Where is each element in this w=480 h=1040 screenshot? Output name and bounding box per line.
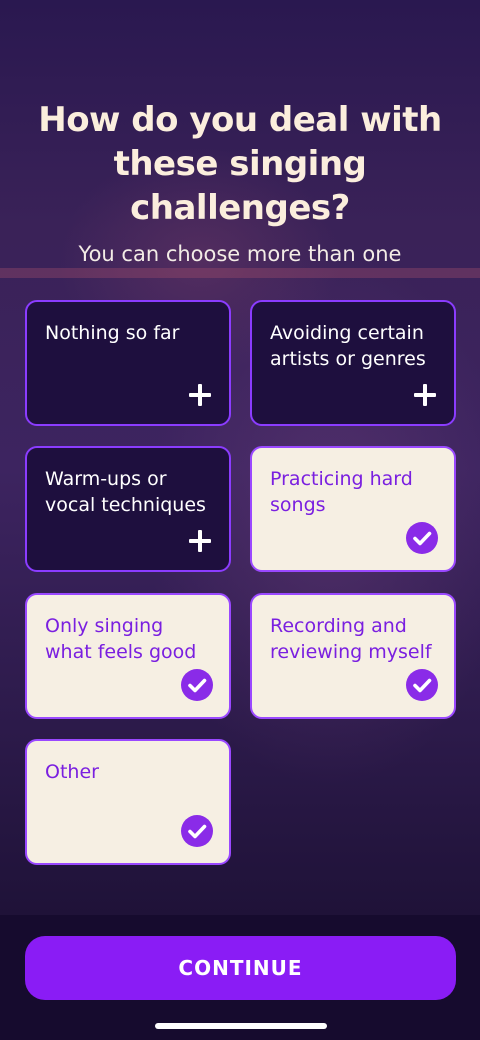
checkmark-circle-icon <box>406 669 438 701</box>
page-title: How do you deal with these singing chall… <box>38 100 442 228</box>
plus-icon <box>189 384 211 406</box>
option-label: Warm-ups or vocal techniques <box>45 468 206 516</box>
background-decoration <box>0 268 480 278</box>
option-warm-ups[interactable]: Warm-ups or vocal techniques <box>25 446 231 572</box>
checkmark-circle-icon <box>406 522 438 554</box>
option-other[interactable]: Other <box>25 739 231 865</box>
plus-icon <box>414 384 436 406</box>
page-subtitle: You can choose more than one <box>78 242 402 266</box>
option-label: Other <box>45 761 99 783</box>
option-label: Practicing hard songs <box>270 468 413 516</box>
plus-icon <box>189 530 211 552</box>
option-label: Only singing what feels good <box>45 615 197 663</box>
home-indicator[interactable] <box>155 1023 327 1029</box>
option-label: Avoiding certain artists or genres <box>270 322 426 370</box>
checkmark-circle-icon <box>181 815 213 847</box>
checkmark-circle-icon <box>181 669 213 701</box>
option-label: Recording and reviewing myself <box>270 615 432 663</box>
option-practicing-hard-songs[interactable]: Practicing hard songs <box>250 446 456 572</box>
continue-button[interactable]: CONTINUE <box>25 936 456 1000</box>
option-only-singing-what-feels-good[interactable]: Only singing what feels good <box>25 593 231 719</box>
option-nothing-so-far[interactable]: Nothing so far <box>25 300 231 426</box>
option-label: Nothing so far <box>45 322 180 344</box>
option-recording-and-reviewing[interactable]: Recording and reviewing myself <box>250 593 456 719</box>
option-avoiding-certain-artists[interactable]: Avoiding certain artists or genres <box>250 300 456 426</box>
